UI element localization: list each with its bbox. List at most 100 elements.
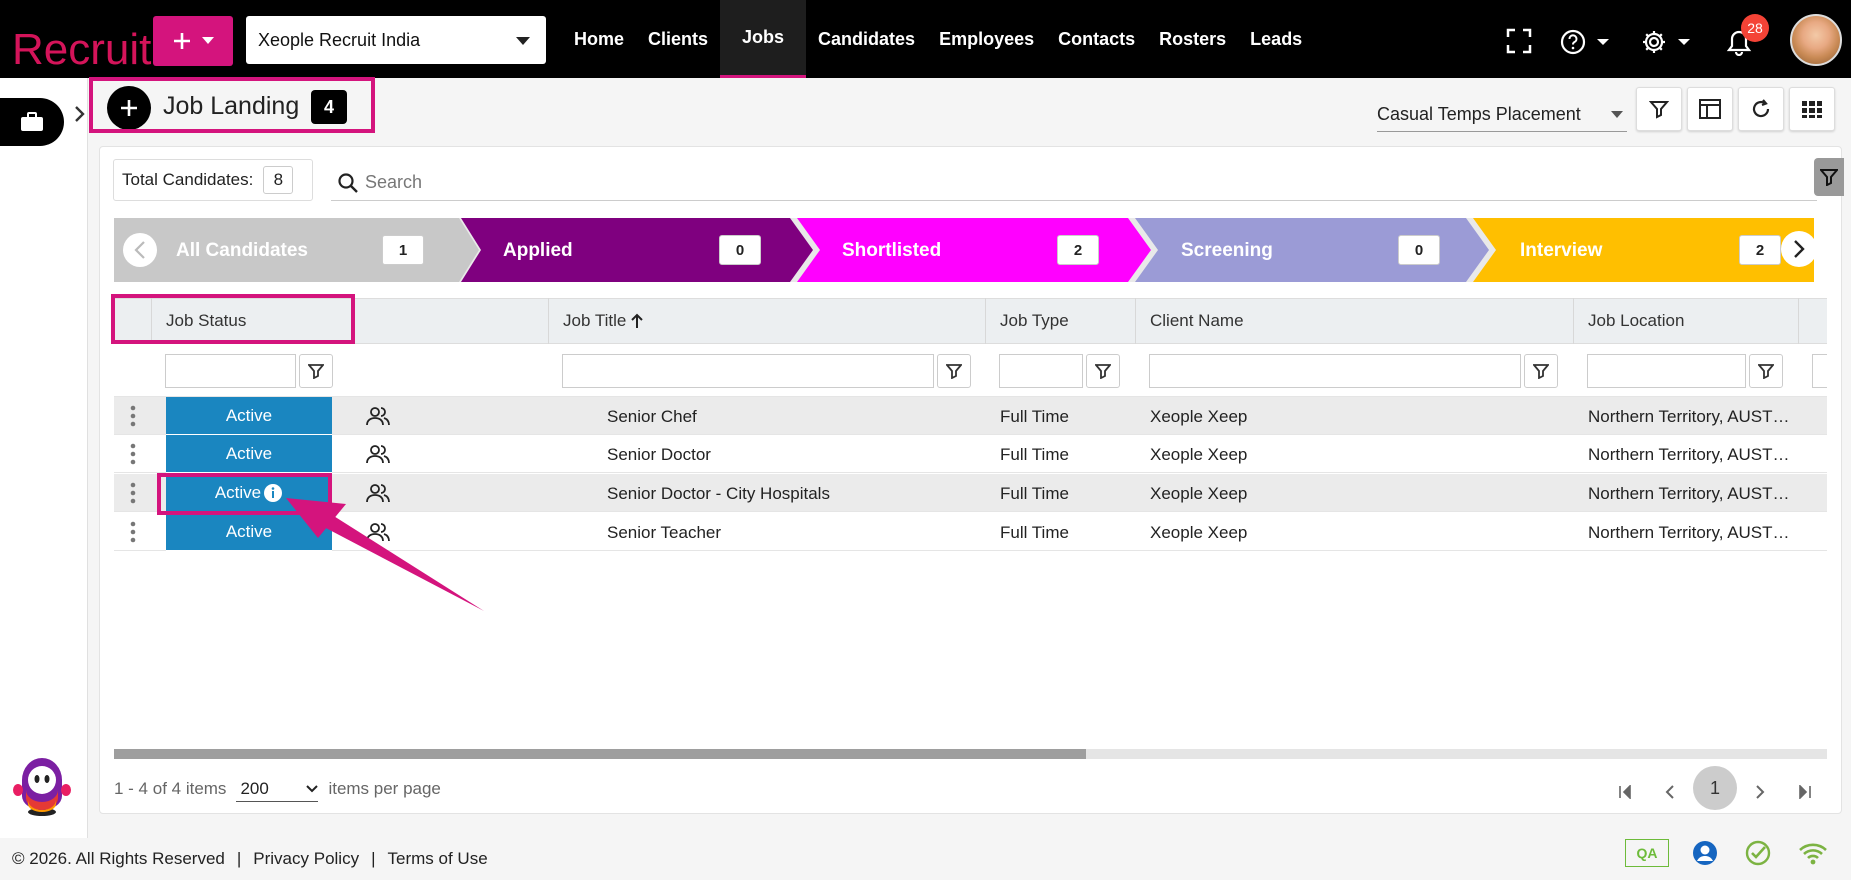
company-name: Xeople Recruit India [258,29,421,50]
copyright-text: © 2026. All Rights Reserved [12,849,225,868]
placement-type-select[interactable]: Casual Temps Placement [1377,102,1627,132]
search-input[interactable]: Search [331,165,1817,201]
settings-gear-icon[interactable] [1640,28,1692,56]
grid-view-button[interactable] [1789,87,1835,131]
company-select[interactable]: Xeople Recruit India [246,16,546,64]
col-client-name[interactable]: Client Name [1136,298,1574,344]
filter-icon [1533,364,1549,379]
stage-count: 2 [1057,235,1099,265]
main-nav: Home Clients Jobs Candidates Employees C… [562,0,1314,78]
filter-input-job-title[interactable] [562,354,934,388]
row-menu-icon[interactable] [129,482,137,504]
fullscreen-icon[interactable] [1506,28,1532,54]
nav-employees[interactable]: Employees [927,0,1046,78]
nav-candidates[interactable]: Candidates [806,0,927,78]
filter-button[interactable] [1636,87,1682,131]
filter-button-job-status[interactable] [299,354,333,388]
candidates-icon[interactable] [366,521,390,543]
cell-job-title[interactable]: Senior Chef [607,407,697,427]
plus-icon [174,33,190,49]
cell-job-title[interactable]: Senior Teacher [607,523,721,543]
nav-jobs[interactable]: Jobs [720,0,807,78]
table-columns-icon [1699,99,1721,119]
candidates-icon[interactable] [366,443,390,465]
col-job-title[interactable]: Job Title [549,298,986,344]
table-row[interactable]: Active Senior Chef Full Time Xeople Xeep… [114,397,1827,435]
refresh-button[interactable] [1738,87,1784,131]
nav-rosters[interactable]: Rosters [1147,0,1238,78]
side-filter-button[interactable] [1814,158,1844,196]
filter-input-job-status[interactable] [165,354,296,388]
pipeline-next-button[interactable] [1781,231,1817,267]
cell-job-type: Full Time [1000,484,1069,503]
stage-applied[interactable]: Applied 0 [461,218,791,282]
table-row[interactable]: Active Senior Doctor Full Time Xeople Xe… [114,435,1827,473]
filter-button-job-type[interactable] [1086,354,1120,388]
filter-input-client-name[interactable] [1149,354,1521,388]
nav-leads[interactable]: Leads [1238,0,1314,78]
user-avatar[interactable] [1790,14,1842,66]
table-row[interactable]: Active Senior Teacher Full Time Xeople X… [114,513,1827,551]
row-menu-icon[interactable] [129,443,137,465]
status-badge[interactable]: Active [166,435,332,473]
filter-button-job-location[interactable] [1749,354,1783,388]
filter-input-next-column[interactable] [1812,354,1827,388]
page-size-value: 200 [240,778,269,798]
filter-button-job-title[interactable] [937,354,971,388]
candidates-icon[interactable] [366,405,390,427]
table-row[interactable]: Active Senior Doctor - City Hospitals Fu… [114,474,1827,512]
first-page-button[interactable] [1605,772,1645,812]
help-icon[interactable] [1560,28,1610,56]
chevron-down-icon [306,784,319,792]
cell-job-title[interactable]: Senior Doctor - City Hospitals [607,484,830,504]
cell-client-name: Xeople Xeep [1150,445,1248,464]
privacy-policy-link[interactable]: Privacy Policy [253,849,359,869]
stage-label: Shortlisted [842,240,942,261]
page-size-select[interactable]: 200 [236,776,319,802]
filter-button-client-name[interactable] [1524,354,1558,388]
stage-interview[interactable]: Interview 2 [1473,218,1813,282]
row-menu-icon[interactable] [129,405,137,427]
highlight-box-active-status [157,473,332,515]
nav-contacts[interactable]: Contacts [1046,0,1147,78]
col-job-title-label: Job Title [563,311,627,330]
stage-all-candidates[interactable]: All Candidates 1 [114,218,459,282]
col-job-location[interactable]: Job Location [1574,298,1799,344]
stage-screening[interactable]: Screening 0 [1135,218,1465,282]
jobs-rail-button[interactable] [0,98,64,146]
refresh-icon [1752,99,1770,118]
next-page-button[interactable] [1740,772,1780,812]
cell-job-type: Full Time [1000,407,1069,426]
last-page-icon [1799,785,1811,799]
col-job-type[interactable]: Job Type [986,298,1136,344]
row-menu-icon[interactable] [129,521,137,543]
candidates-icon[interactable] [366,482,390,504]
account-icon[interactable] [1692,840,1718,866]
status-badge[interactable]: Active [166,397,332,435]
chevron-right-icon [1756,785,1765,799]
stage-label: All Candidates [176,240,308,261]
per-page-label: items per page [328,779,441,798]
filter-icon [1095,364,1111,379]
stage-shortlisted[interactable]: Shortlisted 2 [797,218,1127,282]
nav-clients[interactable]: Clients [636,0,720,78]
nav-home[interactable]: Home [562,0,636,78]
assistant-mascot-icon[interactable] [12,750,72,818]
footer-separator: | [236,849,242,868]
cell-job-title[interactable]: Senior Doctor [607,445,711,465]
last-page-button[interactable] [1785,772,1825,812]
filter-input-job-type[interactable] [999,354,1083,388]
filter-icon [1649,101,1669,119]
status-badge[interactable]: Active [166,513,332,551]
cell-job-location: Northern Territory, AUSTRALIA [1588,484,1798,503]
scrollbar-thumb[interactable] [114,749,1086,759]
current-page-button[interactable]: 1 [1693,766,1737,810]
cell-job-type: Full Time [1000,523,1069,542]
columns-button[interactable] [1687,87,1733,131]
cell-job-type: Full Time [1000,445,1069,464]
filter-input-job-location[interactable] [1587,354,1746,388]
expand-chevron-icon[interactable] [74,106,86,122]
terms-of-use-link[interactable]: Terms of Use [388,849,488,869]
quick-add-button[interactable] [153,16,233,66]
prev-page-button[interactable] [1650,772,1690,812]
